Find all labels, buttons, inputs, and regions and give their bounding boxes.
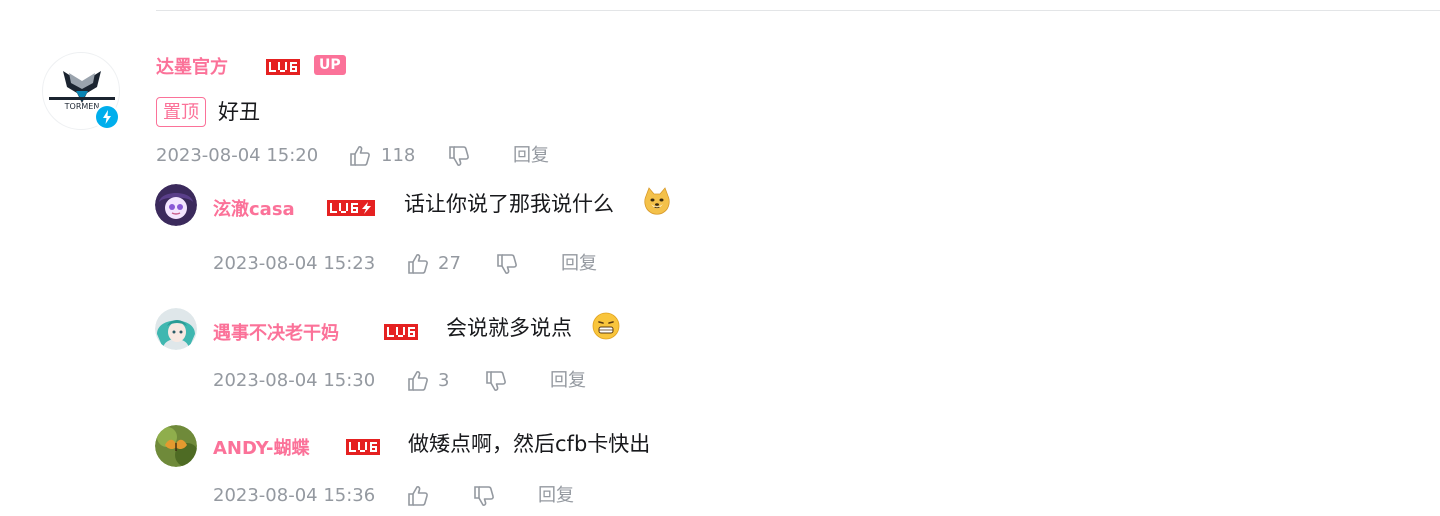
butterfly-avatar-icon (155, 425, 197, 467)
avatar[interactable] (155, 308, 197, 350)
like-icon[interactable] (405, 483, 431, 509)
anime-avatar-icon (155, 184, 197, 226)
up-badge: UP (314, 55, 346, 75)
level-badge (327, 200, 375, 216)
username[interactable]: ANDY-蝴蝶 (213, 434, 310, 460)
level-badge (384, 324, 418, 340)
username[interactable]: 遇事不决老干妈 (213, 319, 339, 345)
dislike-icon[interactable] (446, 143, 472, 169)
reply-button[interactable]: 回复 (513, 144, 549, 168)
dislike-icon[interactable] (483, 368, 509, 394)
avatar[interactable] (155, 184, 197, 226)
comment-text: 话让你说了那我说什么 (404, 192, 614, 216)
comment-text: 会说就多说点 (446, 316, 572, 340)
grin-emoji-icon (592, 312, 620, 340)
like-count: 3 (438, 370, 450, 391)
pinned-tag: 置顶 (156, 97, 206, 127)
reply-button[interactable]: 回复 (561, 252, 597, 276)
dislike-icon[interactable] (494, 251, 520, 277)
comment-text: 做矮点啊，然后cfb卡快出 (408, 432, 651, 456)
comment-time: 2023-08-04 15:30 (213, 370, 376, 391)
comment-time: 2023-08-04 15:23 (213, 253, 376, 274)
verified-badge (94, 104, 120, 130)
username[interactable]: 泫澈casa (213, 195, 295, 221)
dislike-icon[interactable] (471, 483, 497, 509)
level-badge (346, 439, 380, 455)
reply-button[interactable]: 回复 (550, 369, 586, 393)
level-badge (266, 59, 300, 75)
miku-avatar-icon (155, 308, 197, 350)
comment-text: 好丑 (218, 100, 260, 124)
comment-time: 2023-08-04 15:36 (213, 485, 376, 506)
doge-emoji-icon (644, 187, 670, 215)
like-icon[interactable] (347, 143, 373, 169)
like-icon[interactable] (405, 368, 431, 394)
comment-thread: TORMEN 达墨官方 UP 置顶 好丑 2023-08-04 15:20 11… (0, 0, 1440, 516)
like-count: 118 (381, 145, 416, 166)
avatar[interactable] (155, 425, 197, 467)
username[interactable]: 达墨官方 (156, 53, 228, 79)
like-count: 27 (438, 253, 461, 274)
like-icon[interactable] (405, 251, 431, 277)
lightning-icon (103, 110, 111, 124)
reply-button[interactable]: 回复 (538, 484, 574, 508)
svg-text:TORMEN: TORMEN (64, 102, 100, 111)
comment-time: 2023-08-04 15:20 (156, 145, 319, 166)
